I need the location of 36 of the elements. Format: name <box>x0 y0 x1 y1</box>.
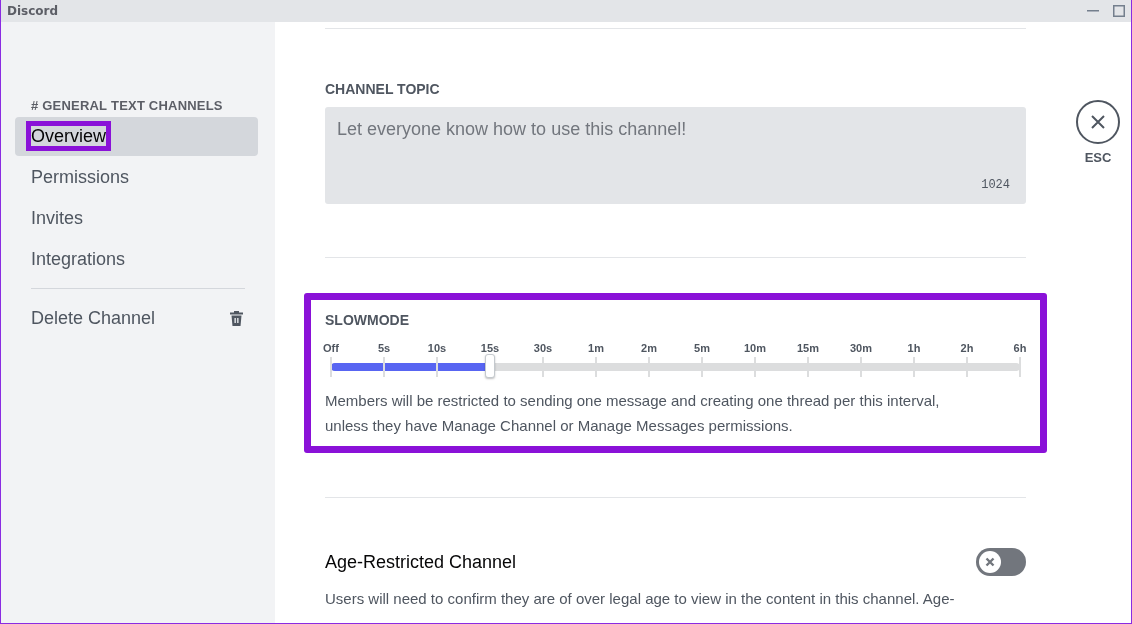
maximize-icon[interactable] <box>1113 5 1125 17</box>
slowmode-description: Members will be restricted to sending one message and creating one thread per this interval, unless they have Manage Channel or Manage Messages permissions. <box>325 391 941 436</box>
x-icon <box>985 557 995 567</box>
sidebar-item[interactable]: Permissions <box>15 158 258 197</box>
sidebar-item[interactable]: Invites <box>15 199 258 238</box>
tick-label: 10m <box>744 342 766 354</box>
tick-label: 10s <box>427 342 447 354</box>
tick-label: 15s <box>480 342 500 354</box>
window-title: Discord <box>7 4 59 18</box>
toggle-switch[interactable] <box>976 548 1026 576</box>
category-header: # GENERAL TEXT CHANNELS <box>30 98 224 115</box>
slowmode-slider[interactable] <box>331 354 1020 380</box>
age-restricted-description: Users will need to confirm they are of over legal age to view in the content in this channel. Age- <box>325 590 956 607</box>
delete-channel-item[interactable]: Delete Channel <box>15 299 172 338</box>
section-label: CHANNEL TOPIC <box>325 81 441 97</box>
tick-label: 5s <box>377 342 391 354</box>
tick-label: 2m <box>641 342 657 354</box>
tick-label: 30m <box>850 342 872 354</box>
section-label: SLOWMODE <box>325 312 410 328</box>
tick-label: Off <box>323 342 339 354</box>
tick-label: 2h <box>960 342 974 354</box>
trash-icon[interactable] <box>230 311 243 326</box>
tick-label: 5m <box>694 342 710 354</box>
age-restricted-label: Age-Restricted Channel <box>325 551 517 573</box>
tick-label: 6h <box>1013 342 1027 354</box>
tick-label: 15m <box>797 342 819 354</box>
tick-label: 1h <box>907 342 921 354</box>
tick-label: 1m <box>588 342 604 354</box>
character-counter: 1024 <box>981 178 1010 192</box>
close-icon <box>1090 114 1106 130</box>
tick-label: 30s <box>533 342 553 354</box>
sidebar-item[interactable]: Overview <box>15 117 258 156</box>
slider-thumb[interactable] <box>485 354 495 378</box>
sidebar-item[interactable]: Integrations <box>15 240 258 279</box>
esc-label: ESC <box>1084 150 1112 165</box>
close-button[interactable] <box>1076 100 1120 144</box>
